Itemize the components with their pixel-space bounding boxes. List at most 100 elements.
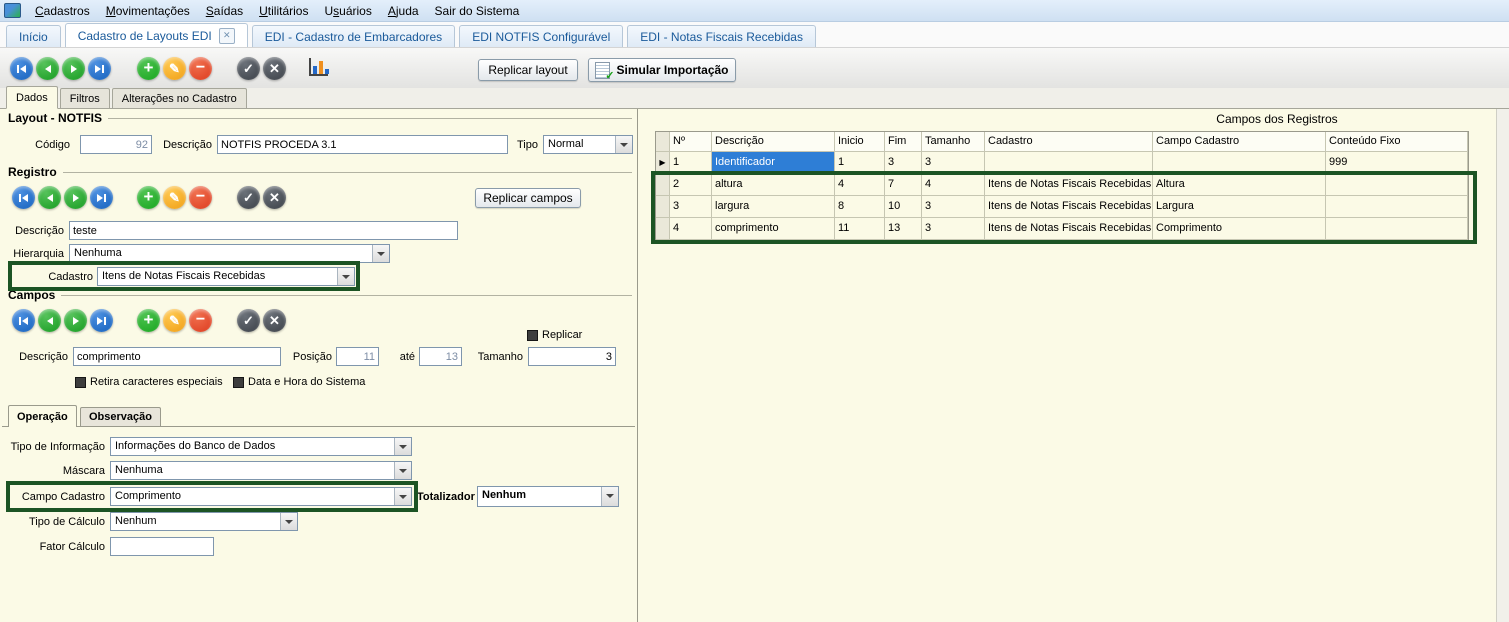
grid-cell[interactable]: 11 [835, 218, 885, 240]
grid-cell[interactable]: 8 [835, 196, 885, 218]
grid-cell[interactable]: 3 [922, 152, 985, 174]
cancel-button[interactable]: ✕ [263, 57, 286, 80]
menu-utilitarios[interactable]: Utilitários [251, 1, 316, 21]
grid-cell[interactable]: 999 [1326, 152, 1468, 174]
edit-button[interactable]: ✎ [163, 57, 186, 80]
tamanho-field[interactable] [528, 347, 616, 366]
delete-button[interactable]: − [189, 57, 212, 80]
grid-cell[interactable] [1326, 174, 1468, 196]
grid-cell[interactable] [1326, 218, 1468, 240]
campos-confirm-button[interactable]: ✓ [237, 309, 260, 332]
nav-prev-button[interactable] [36, 57, 59, 80]
grid-cell[interactable]: 2 [670, 174, 712, 196]
subtab-filtros[interactable]: Filtros [60, 88, 110, 108]
replicar-campos-button[interactable]: Replicar campos [475, 188, 581, 208]
campo-descricao-field[interactable] [73, 347, 281, 366]
chart-icon[interactable] [309, 58, 328, 76]
menu-movimentacoes[interactable]: Movimentações [98, 1, 198, 21]
registro-edit-button[interactable]: ✎ [163, 186, 186, 209]
nav-last-button[interactable] [88, 57, 111, 80]
campos-delete-button[interactable]: − [189, 309, 212, 332]
campos-edit-button[interactable]: ✎ [163, 309, 186, 332]
layout-descricao-field[interactable] [217, 135, 508, 154]
grid-cell[interactable]: Itens de Notas Fiscais Recebidas [985, 174, 1153, 196]
add-button[interactable]: + [137, 57, 160, 80]
subtab-alteracoes-no-cadastro[interactable]: Alterações no Cadastro [112, 88, 247, 108]
grid-cell[interactable]: 4 [670, 218, 712, 240]
grid-cell[interactable]: 4 [922, 174, 985, 196]
registro-confirm-button[interactable]: ✓ [237, 186, 260, 209]
menu-usuarios[interactable]: Usuários [316, 1, 379, 21]
tab-inicio[interactable]: Início [6, 25, 61, 47]
subtab-dados[interactable]: Dados [6, 86, 58, 109]
campos-nav-first-button[interactable] [12, 309, 35, 332]
tab-operacao[interactable]: Operação [8, 405, 77, 427]
campos-add-button[interactable]: + [137, 309, 160, 332]
tab-observacao[interactable]: Observação [80, 407, 161, 426]
registro-cancel-button[interactable]: ✕ [263, 186, 286, 209]
nav-next-button[interactable] [62, 57, 85, 80]
fator-calculo-field[interactable] [110, 537, 214, 556]
grid-cell[interactable]: Largura [1153, 196, 1326, 218]
posicao-field[interactable] [336, 347, 379, 366]
simular-importacao-button[interactable]: ✓ Simular Importação [588, 58, 736, 82]
grid-cell[interactable]: comprimento [712, 218, 835, 240]
grid-cell[interactable] [985, 152, 1153, 174]
registro-descricao-field[interactable] [69, 221, 458, 240]
data-hora-checkbox[interactable] [233, 377, 244, 388]
grid-cell[interactable] [1153, 152, 1326, 174]
grid-cell[interactable]: 3 [922, 196, 985, 218]
tipo-calculo-select[interactable]: Nenhum [110, 512, 298, 531]
grid-cell[interactable] [1326, 196, 1468, 218]
replicar-checkbox[interactable] [527, 330, 538, 341]
tab-edi-cadastro-de-embarcadores[interactable]: EDI - Cadastro de Embarcadores [252, 25, 455, 47]
grid-cell[interactable]: Comprimento [1153, 218, 1326, 240]
tab-edi-notas-fiscais-recebidas[interactable]: EDI - Notas Fiscais Recebidas [627, 25, 816, 47]
campos-nav-last-button[interactable] [90, 309, 113, 332]
grid-cell[interactable]: 13 [885, 218, 922, 240]
grid-cell[interactable]: 7 [885, 174, 922, 196]
tab-close-icon[interactable]: ✕ [219, 28, 235, 44]
grid-cell[interactable]: 1 [835, 152, 885, 174]
campos-nav-prev-button[interactable] [38, 309, 61, 332]
retira-caracteres-checkbox[interactable] [75, 377, 86, 388]
campos-nav-next-button[interactable] [64, 309, 87, 332]
tipo-informacao-select[interactable]: Informações do Banco de Dados [110, 437, 412, 456]
menu-sair-do-sistema[interactable]: Sair do Sistema [427, 1, 528, 21]
grid-cell[interactable]: largura [712, 196, 835, 218]
menu-cadastros[interactable]: Cadastros [27, 1, 98, 21]
registro-add-button[interactable]: + [137, 186, 160, 209]
registro-nav-prev-button[interactable] [38, 186, 61, 209]
codigo-field[interactable] [80, 135, 152, 154]
cadastro-select[interactable]: Itens de Notas Fiscais Recebidas [97, 267, 355, 286]
vertical-scrollbar[interactable] [1496, 109, 1509, 622]
menu-ajuda[interactable]: Ajuda [380, 1, 427, 21]
campo-cadastro-select[interactable]: Comprimento [110, 487, 412, 506]
confirm-button[interactable]: ✓ [237, 57, 260, 80]
registro-nav-first-button[interactable] [12, 186, 35, 209]
registro-delete-button[interactable]: − [189, 186, 212, 209]
grid-cell-selected[interactable]: Identificador [712, 152, 835, 174]
campos-cancel-button[interactable]: ✕ [263, 309, 286, 332]
registro-nav-last-button[interactable] [90, 186, 113, 209]
replicar-layout-button[interactable]: Replicar layout [478, 59, 578, 81]
tab-edi-notfis-configuravel[interactable]: EDI NOTFIS Configurável [459, 25, 623, 47]
ate-field[interactable] [419, 347, 462, 366]
grid-cell[interactable]: Itens de Notas Fiscais Recebidas [985, 196, 1153, 218]
hierarquia-select[interactable]: Nenhuma [69, 244, 390, 263]
grid-cell[interactable]: 10 [885, 196, 922, 218]
nav-first-button[interactable] [10, 57, 33, 80]
grid-cell[interactable]: 3 [670, 196, 712, 218]
menu-saidas[interactable]: Saídas [198, 1, 251, 21]
grid-cell[interactable]: Itens de Notas Fiscais Recebidas [985, 218, 1153, 240]
totalizador-select[interactable]: Nenhum [477, 486, 619, 507]
registro-nav-next-button[interactable] [64, 186, 87, 209]
grid-cell[interactable]: 1 [670, 152, 712, 174]
grid-cell[interactable]: Altura [1153, 174, 1326, 196]
tab-cadastro-de-layouts-edi[interactable]: Cadastro de Layouts EDI✕ [65, 23, 248, 47]
grid-cell[interactable]: altura [712, 174, 835, 196]
grid-cell[interactable]: 4 [835, 174, 885, 196]
mascara-select[interactable]: Nenhuma [110, 461, 412, 480]
tipo-select[interactable]: Normal [543, 135, 633, 154]
grid-cell[interactable]: 3 [885, 152, 922, 174]
